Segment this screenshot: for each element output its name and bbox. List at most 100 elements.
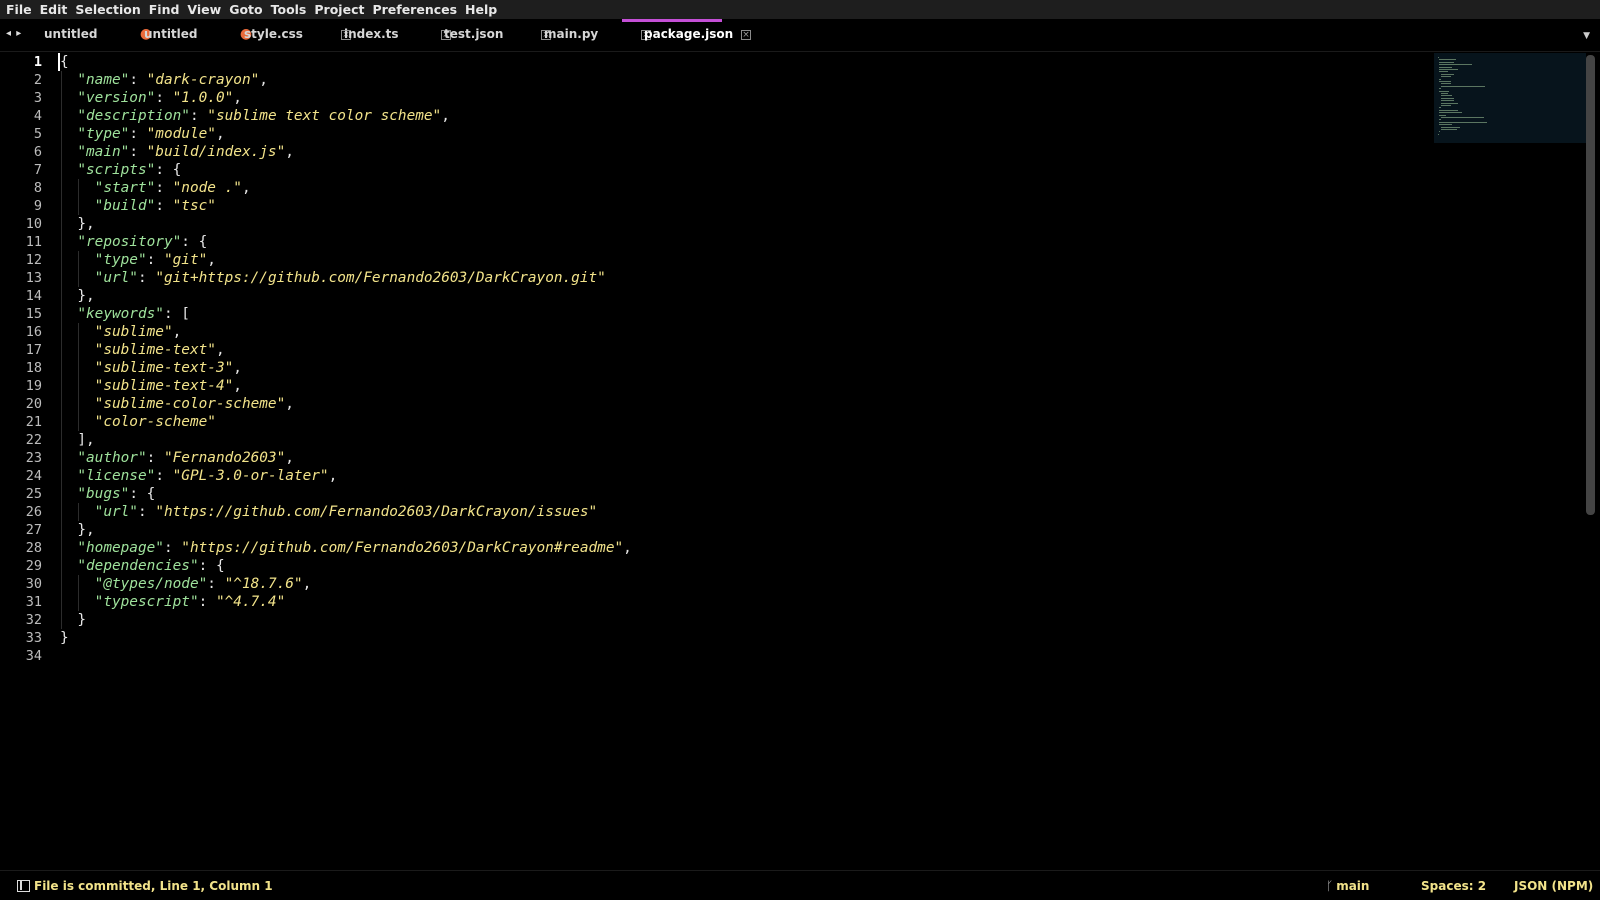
json-punctuation: [60, 180, 95, 196]
indent-guide: [61, 413, 62, 431]
indent-guide: [78, 269, 80, 287]
code-line: "typescript": "^4.7.4": [60, 593, 632, 611]
json-punctuation: [60, 396, 95, 412]
menu-project[interactable]: Project: [310, 0, 368, 19]
indent-guide: [78, 377, 80, 395]
tab-test-json[interactable]: test.json ×: [422, 19, 551, 52]
code-line: "bugs": {: [60, 485, 632, 503]
line-number: 15: [25, 306, 42, 322]
json-punctuation: [60, 126, 77, 142]
line-number: 5: [33, 126, 42, 142]
indentation-setting[interactable]: Spaces: 2: [1421, 879, 1486, 893]
code-line: "sublime-text-4",: [60, 377, 632, 395]
indent-guide: [61, 341, 62, 359]
line-number: 6: [33, 144, 42, 160]
tab-package-json[interactable]: package.json ×: [622, 19, 751, 52]
indent-guide: [61, 269, 62, 287]
json-punctuation: :: [155, 90, 173, 106]
tab-style-css[interactable]: style.css ×: [222, 19, 351, 52]
menu-edit[interactable]: Edit: [36, 0, 72, 19]
minimap[interactable]: [1434, 53, 1586, 143]
menu-selection[interactable]: Selection: [71, 0, 144, 19]
tab-main-py[interactable]: main.py ×: [522, 19, 651, 52]
code-line: "type": "module",: [60, 125, 632, 143]
code-line: },: [60, 521, 632, 539]
minimap-line: [1440, 105, 1452, 106]
menu-help[interactable]: Help: [461, 0, 501, 19]
json-punctuation: ,: [233, 90, 242, 106]
menu-tools[interactable]: Tools: [267, 0, 311, 19]
json-string: "sublime text color scheme": [207, 108, 442, 124]
indent-guide: [61, 89, 62, 107]
line-number: 31: [25, 594, 42, 610]
json-punctuation: [60, 324, 95, 340]
code-line: "sublime-color-scheme",: [60, 395, 632, 413]
line-number: 2: [33, 72, 42, 88]
json-punctuation: ,: [328, 468, 338, 484]
json-key: "url": [94, 270, 138, 286]
menu-bar: File Edit Selection Find View Goto Tools Projec…: [0, 0, 1600, 19]
menu-view[interactable]: View: [183, 0, 225, 19]
indent-guide: [61, 575, 62, 593]
panel-toggle-icon[interactable]: [17, 880, 30, 892]
code-line: "start": "node .",: [60, 179, 632, 197]
code-line: "dependencies": {: [60, 557, 632, 575]
editor[interactable]: 1 2 3 4 5 6 7 8 9 10 11 12 13 14 15 16 17 18 19 20 21 22 23 24 2…: [0, 53, 1600, 870]
json-punctuation: :: [129, 72, 147, 88]
line-number: 11: [25, 234, 42, 250]
indent-guide: [61, 161, 62, 179]
json-punctuation: [60, 432, 77, 448]
indent-guide: [61, 305, 62, 323]
indent-guide: [78, 179, 80, 197]
minimap-line: [1439, 61, 1454, 63]
json-key: "url": [94, 504, 138, 520]
json-punctuation: [60, 522, 77, 538]
json-punctuation: ,: [241, 180, 251, 196]
tab-index-ts[interactable]: index.ts ×: [322, 19, 451, 52]
menu-preferences[interactable]: Preferences: [368, 0, 461, 19]
minimap-line: [1440, 129, 1458, 130]
syntax-selector[interactable]: JSON (NPM): [1514, 879, 1593, 893]
minimap-line: [1440, 95, 1453, 97]
json-punctuation: [60, 360, 95, 376]
indent-guide: [61, 467, 62, 485]
line-number: 14: [25, 288, 42, 304]
minimap-line: [1440, 100, 1454, 102]
json-punctuation: [60, 306, 77, 322]
json-punctuation: [60, 450, 77, 466]
json-punctuation: [60, 108, 77, 124]
tab-nav-arrows[interactable]: ◂ ▸: [6, 28, 22, 39]
json-punctuation: [60, 216, 77, 232]
code-line: ],: [60, 431, 632, 449]
close-tab-icon[interactable]: ×: [741, 30, 751, 40]
menu-goto[interactable]: Goto: [225, 0, 266, 19]
json-key: "main": [77, 144, 130, 160]
json-punctuation: : [: [163, 306, 190, 322]
vertical-scrollbar[interactable]: [1586, 55, 1595, 515]
json-key: "start": [94, 180, 156, 196]
line-number: 26: [25, 504, 42, 520]
code-line: "build": "tsc": [60, 197, 632, 215]
minimap-line: [1439, 64, 1472, 66]
indent-guide: [61, 143, 62, 161]
line-number: 21: [25, 414, 42, 430]
tab-label: test.json: [444, 27, 504, 41]
minimap-line: [1440, 102, 1459, 104]
indent-guide: [61, 611, 62, 629]
menu-find[interactable]: Find: [145, 0, 184, 19]
indent-guide: [78, 395, 80, 413]
tab-untitled[interactable]: untitled ●: [122, 19, 252, 52]
menu-file[interactable]: File: [2, 0, 36, 19]
tab-dropdown-icon[interactable]: ▼: [1583, 31, 1590, 41]
tab-untitled[interactable]: untitled ●: [22, 19, 152, 52]
json-string: "GPL-3.0-or-later": [172, 468, 329, 484]
json-key: "typescript": [94, 594, 199, 610]
json-punctuation: [60, 72, 77, 88]
line-number: 12: [25, 252, 42, 268]
line-number: 28: [25, 540, 42, 556]
tab-label: style.css: [244, 27, 303, 41]
git-branch[interactable]: ᚴ main: [1326, 879, 1369, 893]
json-punctuation: :: [155, 198, 173, 214]
code-area[interactable]: { "name": "dark-crayon", "version": "1.0…: [60, 53, 632, 665]
minimap-line: [1440, 76, 1452, 78]
